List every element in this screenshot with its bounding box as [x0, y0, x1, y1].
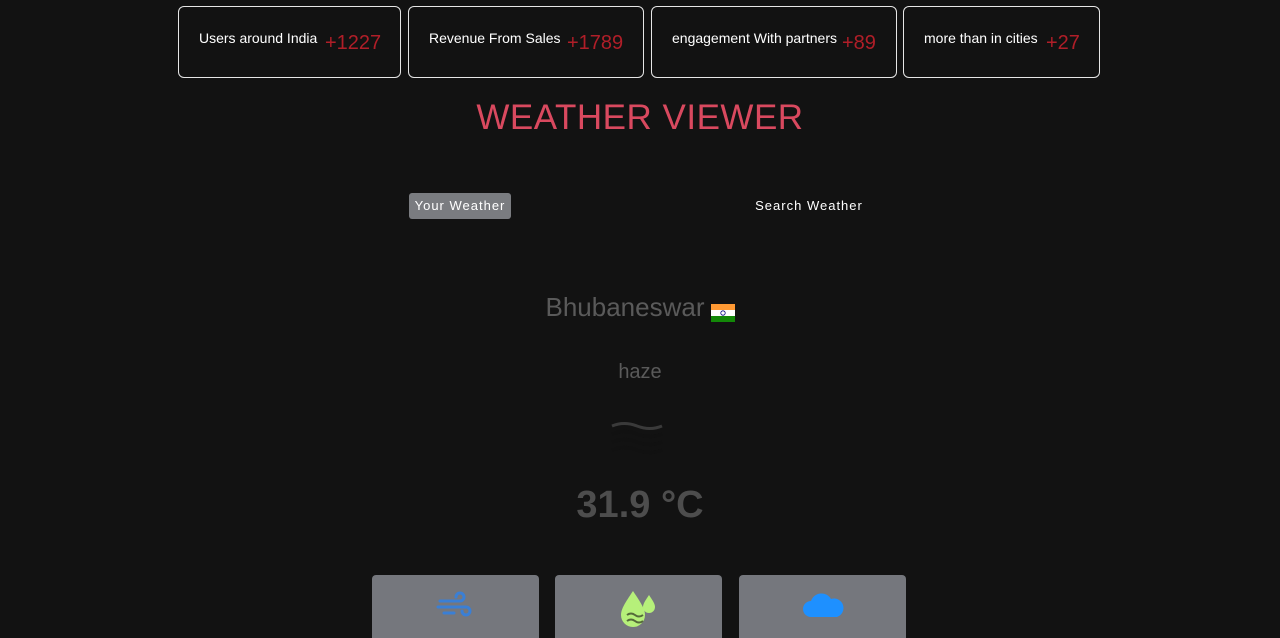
stat-label: Users around India: [199, 30, 318, 46]
wind-card: [372, 575, 539, 638]
city-heading: Bhubaneswar: [0, 292, 1280, 323]
humidity-icon: [620, 591, 655, 627]
tab-search-weather[interactable]: Search Weather: [752, 193, 866, 219]
cloud-icon: [802, 593, 843, 617]
weather-condition: haze: [618, 361, 662, 383]
weather-app: Users around India +1227 Revenue From Sa…: [0, 0, 1280, 638]
stat-value: +1789: [567, 32, 624, 54]
stat-value: +1227: [325, 32, 382, 54]
stat-card-users: Users around India +1227: [178, 6, 401, 78]
cloud-card: [739, 575, 906, 638]
stat-card-revenue: Revenue From Sales +1789: [408, 6, 644, 78]
india-flag-icon: [710, 304, 735, 322]
haze-icon: [611, 422, 663, 455]
stat-card-cities: more than in cities +27: [903, 6, 1100, 78]
stat-label: Revenue From Sales: [429, 30, 561, 46]
stat-value: +89: [842, 32, 876, 54]
humidity-card: [555, 575, 722, 638]
city-name: Bhubaneswar: [545, 292, 705, 322]
temperature: 31.9 °C: [576, 484, 704, 526]
page-title: WEATHER VIEWER: [476, 98, 804, 137]
stat-label: more than in cities: [924, 30, 1038, 46]
tab-your-weather[interactable]: Your Weather: [409, 193, 511, 219]
stat-label: engagement With partners: [672, 30, 837, 46]
wind-icon: [436, 591, 471, 617]
stat-value: +27: [1046, 32, 1080, 54]
stat-card-engagement: engagement With partners +89: [651, 6, 897, 78]
